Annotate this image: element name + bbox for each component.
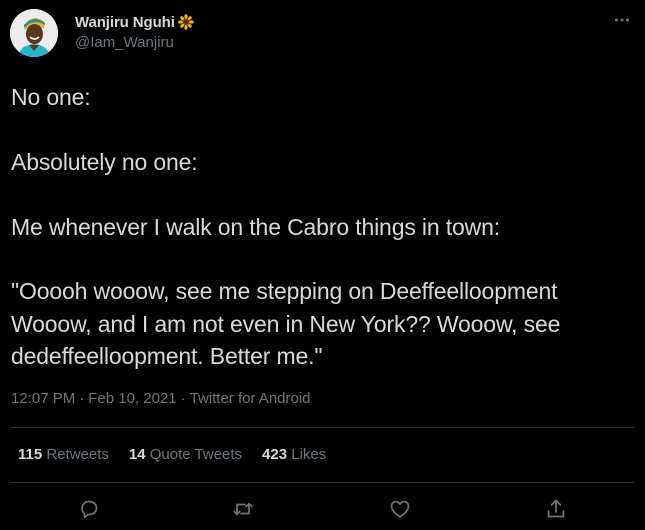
tweet-time[interactable]: 12:07 PM [11,390,75,407]
divider [11,482,634,483]
retweets-stat[interactable]: 115 Retweets [18,446,109,463]
user-handle[interactable]: @Iam_Wanjiru [75,34,194,51]
tweet-line-break [11,243,636,276]
share-icon[interactable] [544,497,568,521]
tweet-line: Wooow, and I am not even in New York?? W… [11,310,561,337]
tweet-stats: 115 Retweets 14 Quote Tweets 423 Likes [18,446,326,463]
tweet-line-break [11,178,636,211]
more-options-icon[interactable] [612,10,632,30]
retweets-label: Retweets [46,446,109,463]
likes-label: Likes [291,446,327,463]
tweet-line: "Ooooh wooow, see me stepping on Deeffee… [11,278,558,305]
likes-stat[interactable]: 423 Likes [262,446,326,463]
tweet-detail: Wanjiru Nguhi @Iam_Wanjiru No one: Absol… [0,0,645,530]
author-info: Wanjiru Nguhi @Iam_Wanjiru [75,12,194,51]
reply-icon[interactable] [77,497,101,521]
tweet-line: dedeffeelloopment. Better me." [11,342,323,369]
display-name-row[interactable]: Wanjiru Nguhi [75,12,194,32]
like-icon[interactable] [388,497,412,521]
likes-count: 423 [262,446,288,463]
action-bar [0,495,645,525]
avatar[interactable] [10,9,58,57]
avatar-image [10,9,58,57]
retweets-count: 115 [18,446,43,463]
tweet-text: No one: Absolutely no one: Me whenever I… [11,81,636,372]
tweet-meta: 12:07 PM · Feb 10, 2021 · Twitter for An… [11,390,311,407]
meta-separator: · [79,390,85,407]
tweet-line: Absolutely no one: [11,148,198,175]
retweet-icon[interactable] [231,497,255,521]
tweet-line: No one: [11,84,91,110]
quote-tweets-stat[interactable]: 14 Quote Tweets [129,446,242,463]
divider [11,427,634,428]
tweet-line-break [11,113,636,146]
quote-tweets-label: Quote Tweets [149,446,243,463]
sunflower-icon [177,14,194,30]
meta-separator: · [180,390,186,407]
tweet-source[interactable]: Twitter for Android [190,390,311,407]
tweet-date[interactable]: Feb 10, 2021 [88,390,176,407]
tweet-line: Me whenever I walk on the Cabro things i… [11,213,500,240]
quote-tweets-count: 14 [128,446,146,463]
display-name[interactable]: Wanjiru Nguhi [75,14,175,31]
